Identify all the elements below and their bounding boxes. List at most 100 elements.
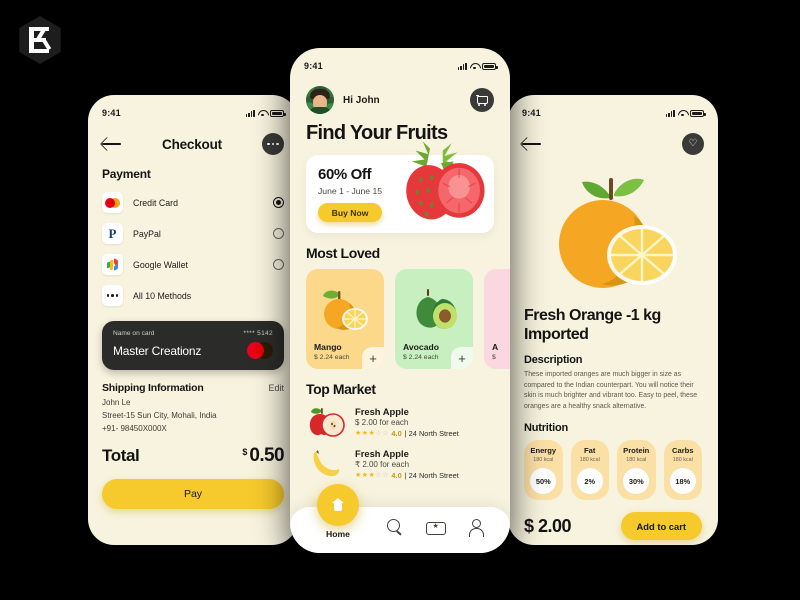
loved-card-mango[interactable]: Mango $ 2.24 each +	[306, 269, 384, 369]
nutrition-list: Energy 180 kcal 50% Fat 180 kcal 2% Prot…	[508, 434, 718, 501]
back-arrow-icon[interactable]	[522, 136, 542, 152]
status-bar: 9:41	[88, 103, 298, 123]
status-time: 9:41	[102, 108, 121, 118]
market-item-price: ₹ 2.00 for each	[355, 460, 410, 469]
nutrition-card-fat: Fat 180 kcal 2%	[570, 440, 609, 501]
strawberry-illustration	[406, 141, 485, 220]
nutrition-percent: 18%	[669, 468, 696, 495]
loved-card-apple[interactable]: A $ +	[484, 269, 510, 369]
radio-paypal[interactable]	[273, 228, 284, 239]
back-arrow-icon[interactable]	[102, 136, 122, 152]
home-button[interactable]	[317, 484, 359, 526]
pay-button[interactable]: Pay	[102, 479, 284, 509]
nutrition-percent: 50%	[530, 468, 557, 495]
nutrition-card-protein: Protein 180 kcal 30%	[617, 440, 656, 501]
loved-card-avocado[interactable]: Avocado $ 2.24 each +	[395, 269, 473, 369]
avatar[interactable]	[306, 86, 334, 114]
card-name-label: Name on card	[113, 330, 155, 337]
banana-illustration	[306, 447, 346, 481]
status-time: 9:41	[522, 108, 541, 118]
shipping-header: Shipping Information Edit	[88, 370, 298, 396]
payment-method-paypal[interactable]: P PayPal	[88, 218, 298, 249]
total-amount: 0.50	[249, 445, 284, 466]
description-title: Description	[524, 354, 583, 367]
kreatives-logo	[19, 16, 61, 64]
promo-banner[interactable]: 60% Off June 1 - June 15 Buy Now	[306, 141, 494, 233]
nav-home-label: Home	[326, 529, 350, 539]
wifi-icon	[470, 62, 479, 70]
card-holder-name: Master Creationz	[113, 343, 202, 358]
product-detail-screen: 9:41 ♡ Fresh Orange -1 kg Imported Descr…	[508, 95, 718, 545]
add-avocado-button[interactable]: +	[451, 347, 473, 369]
nutrition-kcal: 180 kcal	[626, 457, 647, 464]
orange-illustration	[508, 155, 718, 305]
shipping-address: Street-15 Sun City, Mohali, India	[102, 411, 217, 420]
saved-card[interactable]: Name on card **** 5142 Master Creationz	[102, 321, 284, 370]
add-to-cart-button[interactable]: Add to cart	[620, 512, 702, 541]
logo-glyph-icon	[29, 27, 52, 53]
payment-method-google-wallet[interactable]: Google Wallet	[88, 249, 298, 280]
ticket-icon[interactable]	[426, 518, 447, 536]
top-market-title: Top Market	[306, 381, 376, 397]
list-item[interactable]: Fresh Apple ₹ 2.00 for each ★ ★ ★ ☆ ☆ 4.0 | …	[306, 443, 494, 485]
total-label: Total	[102, 446, 140, 465]
checkout-header: Checkout	[88, 123, 298, 155]
status-time: 9:41	[304, 61, 323, 71]
apple-illustration	[492, 277, 510, 342]
payment-method-all-methods[interactable]: All 10 Methods	[88, 280, 298, 311]
google-wallet-icon	[102, 254, 123, 275]
signal-icon	[665, 109, 675, 117]
market-item-name: Fresh Apple	[355, 406, 409, 417]
screenshot-stage: 9:41 Checkout Payment Credit Card P PayP…	[0, 0, 800, 600]
wifi-icon	[258, 109, 267, 117]
battery-icon	[270, 109, 286, 117]
home-icon	[331, 498, 346, 512]
ellipsis-icon	[102, 285, 123, 306]
search-icon[interactable]	[386, 518, 404, 536]
nutrition-card-energy: Energy 180 kcal 50%	[524, 440, 563, 501]
nutrition-name: Carbs	[671, 446, 694, 456]
detail-header: ♡	[508, 123, 718, 155]
rating-value: 4.0	[391, 429, 402, 438]
buy-now-button[interactable]: Buy Now	[318, 203, 382, 222]
more-options-button[interactable]	[262, 133, 284, 155]
edit-shipping-button[interactable]: Edit	[268, 383, 284, 393]
cart-button[interactable]	[470, 88, 494, 112]
payment-method-label: Credit Card	[133, 197, 178, 208]
wifi-icon	[678, 109, 687, 117]
nutrition-percent: 30%	[623, 468, 650, 495]
total-row: Total $ 0.50	[88, 435, 298, 467]
loved-card-price: $	[492, 354, 496, 361]
top-market-list: Fresh Apple $ 2.00 for each ★ ★ ★ ☆ ☆ 4.0 | …	[290, 397, 510, 485]
nutrition-title: Nutrition	[524, 422, 569, 435]
product-price: $ 2.00	[524, 515, 572, 536]
shipping-title: Shipping Information	[102, 382, 204, 394]
battery-icon	[690, 109, 706, 117]
nav-item-home[interactable]: Home	[314, 484, 362, 539]
nutrition-card-carbs: Carbs 180 kcal 18%	[663, 440, 702, 501]
add-mango-button[interactable]: +	[362, 347, 384, 369]
status-bar: 9:41	[508, 103, 718, 123]
payment-method-credit-card[interactable]: Credit Card	[88, 187, 298, 218]
favorite-button[interactable]: ♡	[682, 133, 704, 155]
avocado-illustration	[403, 277, 465, 342]
profile-icon[interactable]	[467, 518, 485, 537]
nutrition-kcal: 180 kcal	[579, 457, 600, 464]
rating-value: 4.0	[391, 471, 402, 480]
nutrition-kcal: 180 kcal	[672, 457, 693, 464]
list-item[interactable]: Fresh Apple $ 2.00 for each ★ ★ ★ ☆ ☆ 4.0 | …	[306, 401, 494, 443]
home-screen: 9:41 Hi John Find Your Fruits 60% Off Ju…	[290, 48, 510, 553]
payment-method-label: Google Wallet	[133, 259, 188, 270]
most-loved-list[interactable]: Mango $ 2.24 each + Avocado $ 2.24 each	[290, 261, 510, 369]
shopping-cart-icon	[476, 94, 488, 106]
product-title: Fresh Orange -1 kg Imported	[524, 307, 661, 343]
most-loved-title: Most Loved	[306, 245, 380, 261]
product-description: These imported oranges are much bigger i…	[524, 371, 698, 410]
nutrition-name: Protein	[623, 446, 650, 456]
paypal-icon: P	[102, 223, 123, 244]
market-item-price: $ 2.00 for each	[355, 418, 409, 427]
radio-google-wallet[interactable]	[273, 259, 284, 270]
card-masked-number: **** 5142	[243, 330, 273, 337]
radio-credit-card[interactable]	[273, 197, 284, 208]
mastercard-icon	[247, 342, 273, 359]
